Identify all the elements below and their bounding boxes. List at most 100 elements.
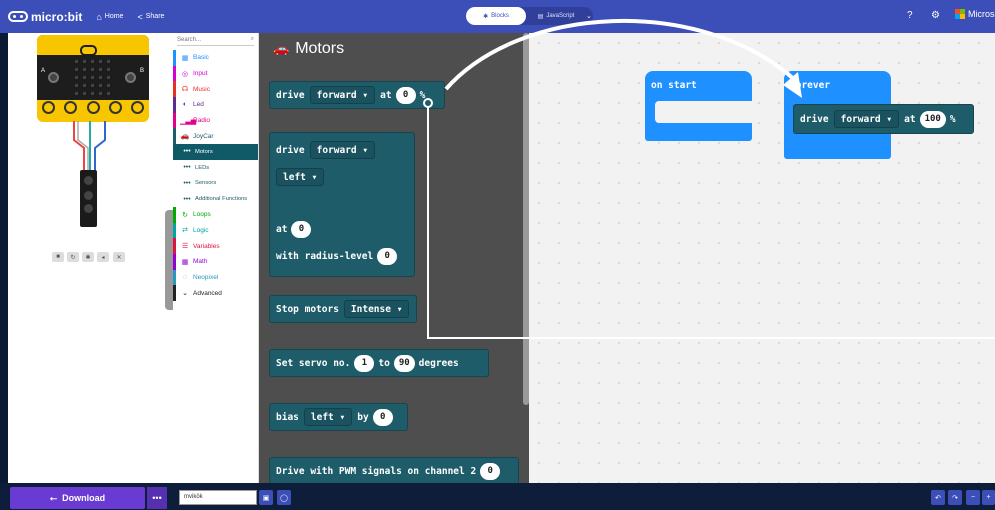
category-sensors[interactable]: ••• Sensors [173,176,258,192]
dropdown-value: forward [316,144,357,156]
category-label: Math [193,258,208,266]
share-icon: < [137,11,143,22]
blocks-tab[interactable]: ✱ Blocks [466,7,526,25]
category-led[interactable]: ◐ Led [173,97,258,113]
category-math[interactable]: ▦ Math [173,253,258,270]
category-additional-functions[interactable]: ••• Additional Functions [173,191,258,207]
category-joycar[interactable]: 🚗 JoyCar [173,128,258,145]
direction-dropdown[interactable]: forward ▾ [309,86,376,104]
speed-input[interactable]: 0 [395,86,416,104]
microbit-logo[interactable]: micro:bit [8,10,82,24]
category-advanced[interactable]: ⌄ Advanced [173,285,258,301]
servo-angle-input[interactable]: 90 [393,354,415,372]
toolbox: Search... ⌕ ▦ Basic ◎ Input ☊ Music ◐ Le… [173,33,259,483]
redo-icon[interactable]: ↷ [948,490,962,505]
block-text: on start [651,80,697,91]
category-variables[interactable]: ☰ Variables [173,238,258,254]
bias-direction-dropdown[interactable]: left ▾ [303,408,353,426]
category-basic[interactable]: ▦ Basic [173,50,258,66]
speed-input[interactable]: 0 [291,220,312,238]
stop-motors-block[interactable]: Stop motors Intense ▾ [269,295,417,323]
help-icon[interactable]: ? [907,10,913,21]
category-label: Music [193,85,210,93]
category-label: Led [193,101,204,109]
workspace-drive-block[interactable]: drive forward ▾ at 100 % [793,104,974,134]
car-icon: 🚗 [273,41,290,56]
button-b[interactable] [125,72,136,83]
dots-icon: ••• [183,179,191,187]
microsoft-link[interactable]: Microso [955,9,995,19]
radius-input[interactable]: 0 [377,247,398,265]
category-label: Loops [193,211,211,219]
search-icon: ⌕ [250,36,254,42]
more-label: ••• [152,493,162,503]
restart-icon[interactable]: ↻ [67,252,79,262]
microsoft-label: Microso [968,9,995,19]
download-button[interactable]: ⭠ Download [10,487,145,509]
direction-dropdown[interactable]: forward ▾ [309,141,376,159]
speed-input[interactable]: 100 [919,110,946,128]
bias-block[interactable]: bias left ▾ by 0 [269,403,408,431]
project-name-input[interactable]: mvikök [179,490,257,505]
block-text: to [378,357,390,369]
block-slot [655,101,752,123]
download-more-button[interactable]: ••• [147,487,167,509]
dropdown-value: Intense [350,303,391,315]
toggle-chevron-icon[interactable]: ⌄ [586,12,593,20]
zoom-out-icon[interactable]: − [966,490,980,505]
stop-icon[interactable]: ■ [52,252,64,262]
download-label: Download [62,493,106,503]
javascript-tab[interactable]: ▤ JavaScript [526,7,586,25]
category-leds[interactable]: ••• LEDs [173,160,258,176]
car-icon: 🚗 [180,133,190,141]
category-radio[interactable]: ▁▃▅ Radio [173,112,258,129]
button-a[interactable] [48,72,59,83]
set-servo-block[interactable]: Set servo no. 1 to 90 degrees [269,349,489,377]
led-matrix [73,58,113,98]
simulator-collapse-handle[interactable] [165,210,173,310]
side-dropdown[interactable]: left ▾ [276,168,325,186]
gear-icon[interactable]: ⚙ [931,10,940,21]
mute-icon[interactable]: ◂ [97,252,109,262]
bias-value-input[interactable]: 0 [372,408,393,426]
motors-flyout: 🚗 Motors drive forward ▾ at 0 % drive fo… [259,33,529,483]
on-start-block[interactable]: on start [645,71,752,141]
dropdown-value: left [310,411,334,423]
blocks-workspace[interactable]: on start forever drive forward ▾ at 100 … [529,33,995,483]
javascript-label: JavaScript [546,13,575,19]
category-logic[interactable]: ⇄ Logic [173,222,258,239]
zoom-in-icon[interactable]: + [982,490,995,505]
home-icon: ⌂ [96,11,102,22]
category-neopixel[interactable]: ◌ Neopixel [173,269,258,286]
stop-mode-dropdown[interactable]: Intense ▾ [343,300,410,318]
drive-turn-block[interactable]: drive forward ▾ left ▾ at 0 with radius-… [269,132,415,277]
pwm-drive-block[interactable]: Drive with PWM signals on channel 2 0 [269,457,519,483]
undo-icon[interactable]: ↶ [931,490,945,505]
fullscreen-icon[interactable]: ✕ [113,252,125,262]
board-pins[interactable] [42,101,144,115]
block-text: drive [276,89,305,101]
flyout-title-label: Motors [295,40,345,57]
code-icon: ▤ [537,13,544,20]
category-input[interactable]: ◎ Input [173,65,258,82]
category-label: Sensors [195,180,217,187]
search-input[interactable]: Search... [177,37,201,43]
category-loops[interactable]: ↻ Loops [173,206,258,223]
line-sensor-module[interactable] [80,170,97,227]
save-icon[interactable]: ▣ [259,490,273,505]
shuffle-icon: ⇄ [182,227,188,235]
pwm-value-input[interactable]: 0 [480,462,501,480]
dots-icon: ••• [183,148,191,156]
category-label: Advanced [193,289,222,297]
direction-dropdown[interactable]: forward ▾ [833,110,900,128]
drive-block[interactable]: drive forward ▾ at 0 % [269,81,445,109]
github-icon[interactable]: ◯ [277,490,291,505]
category-music[interactable]: ☊ Music [173,81,258,98]
category-motors[interactable]: ••• Motors [173,144,258,160]
home-button[interactable]: ⌂ Home [96,12,123,22]
toolbox-search[interactable]: Search... ⌕ [177,34,254,46]
servo-number-input[interactable]: 1 [354,354,375,372]
dots-icon: ••• [183,164,191,172]
share-button[interactable]: < Share [137,12,164,22]
slowmo-icon[interactable]: ✱ [82,252,94,262]
